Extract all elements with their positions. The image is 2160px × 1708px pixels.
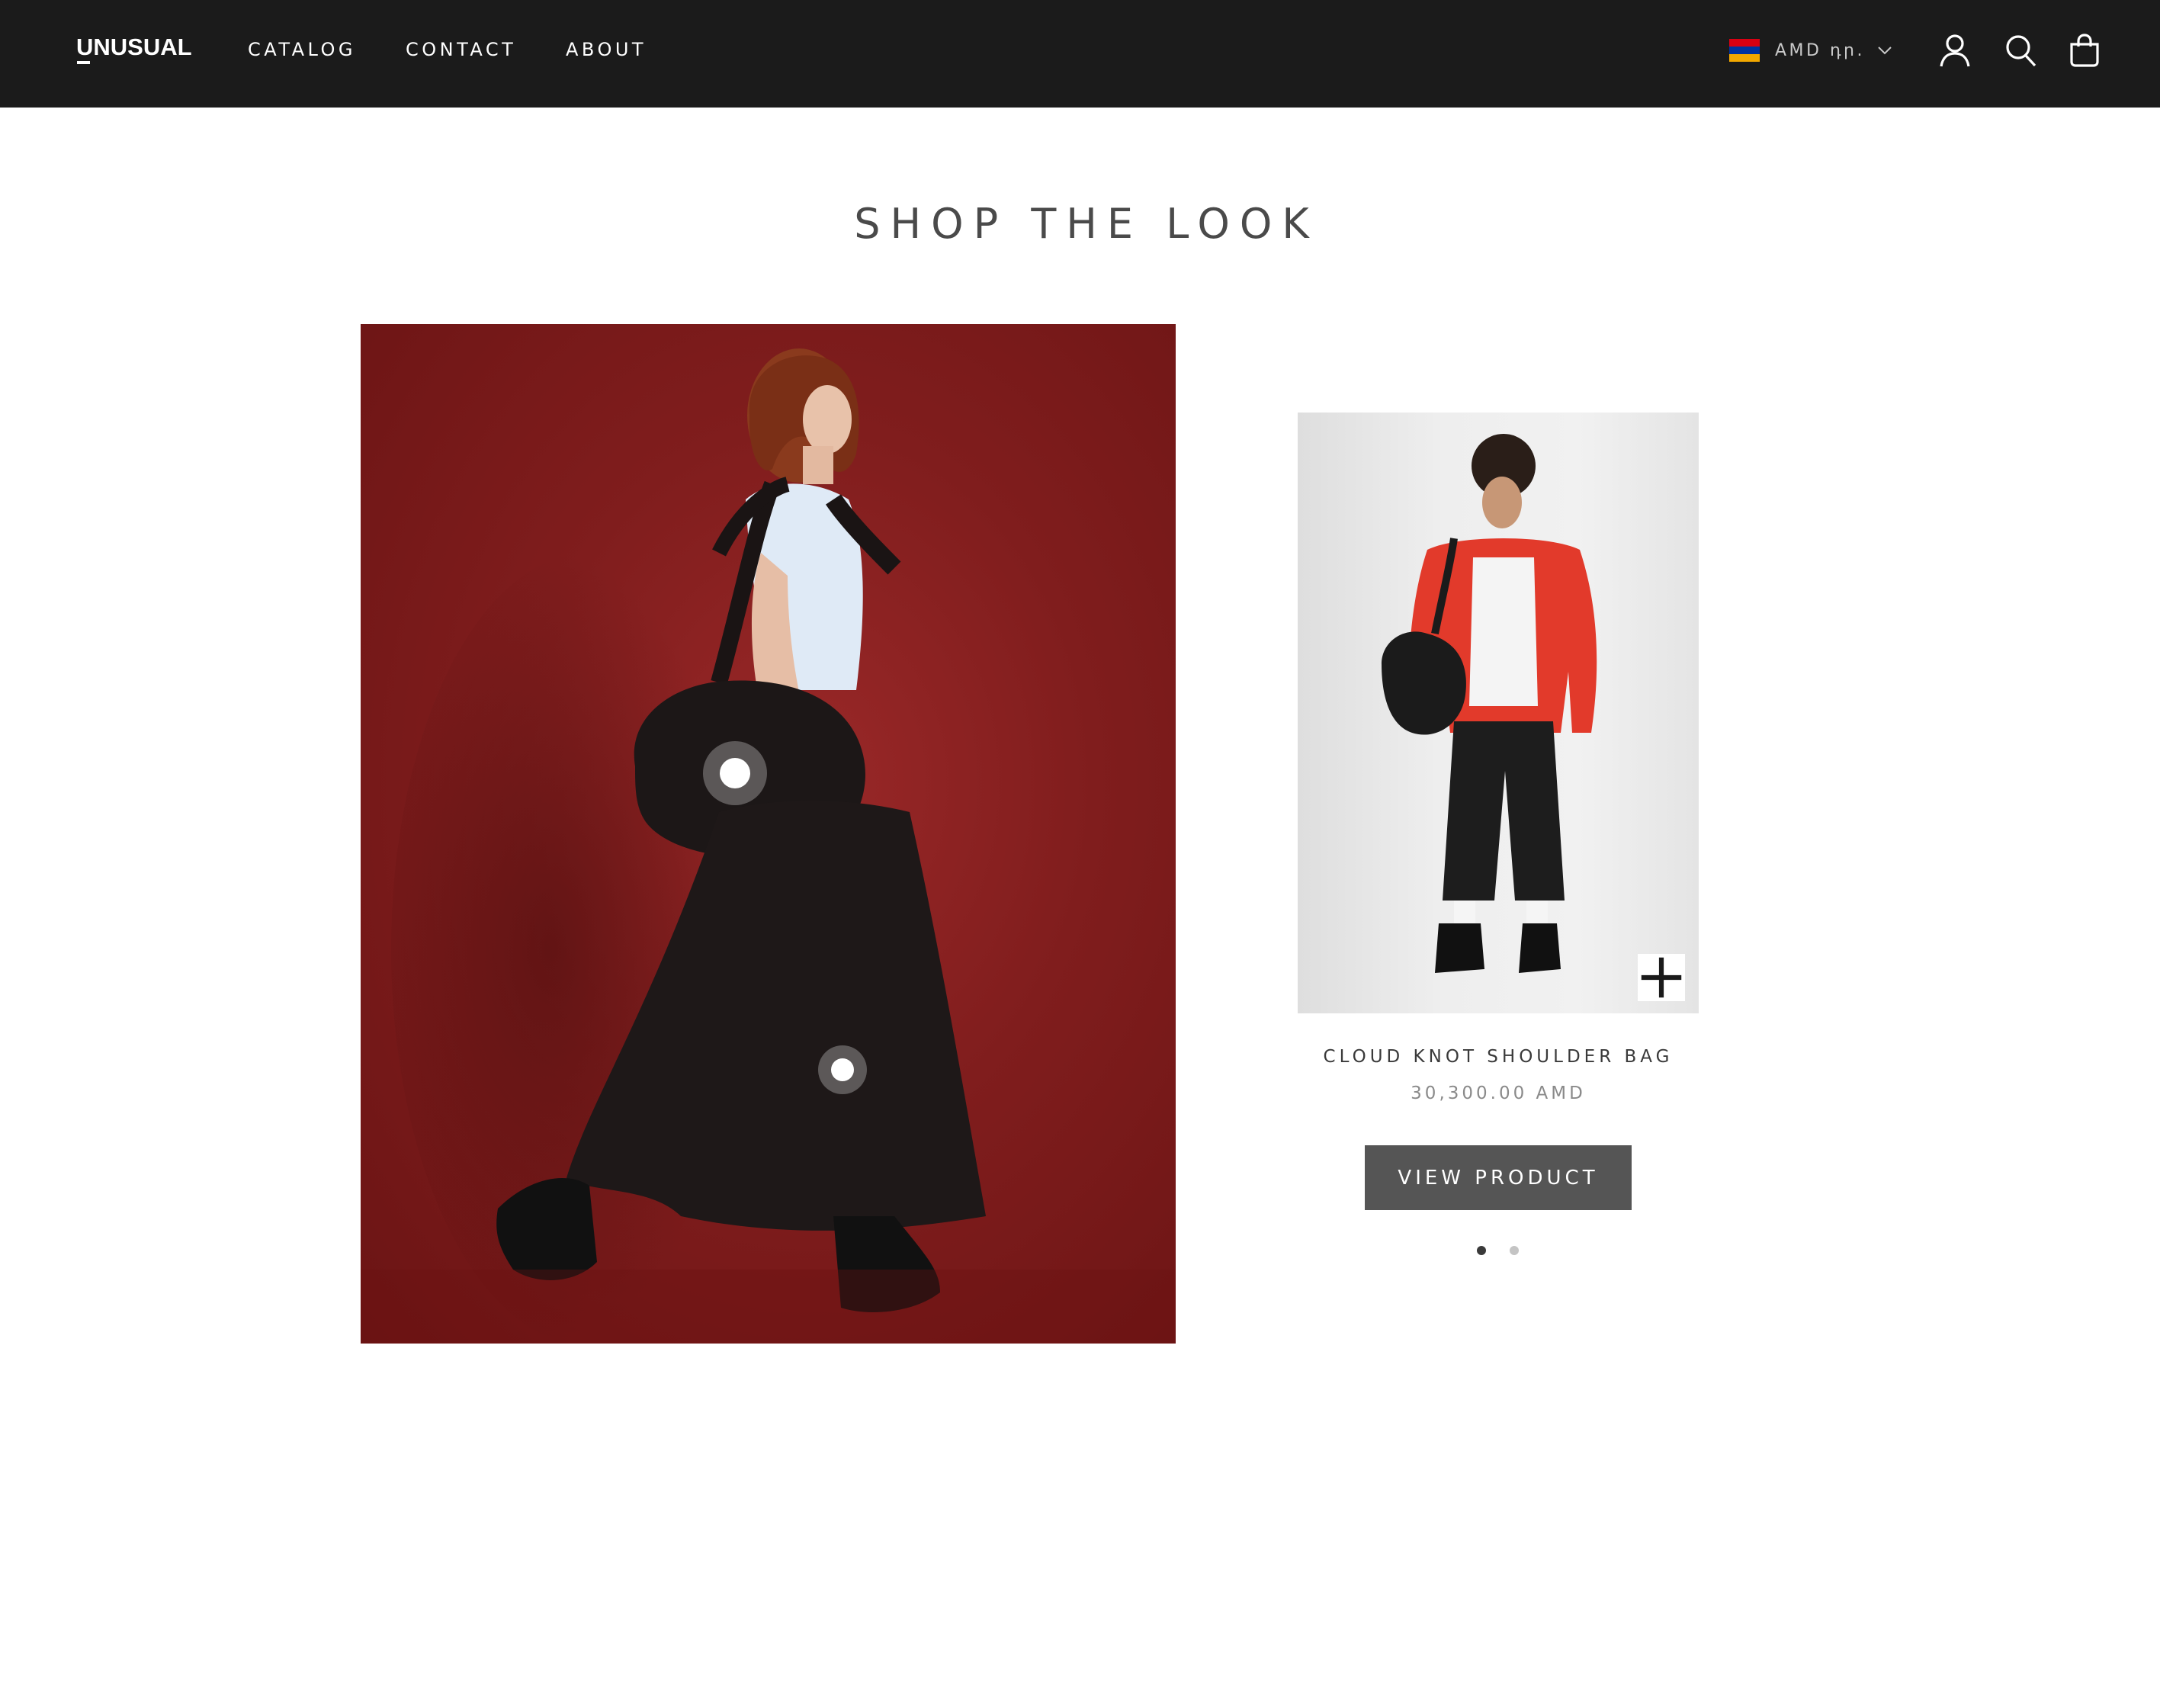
cart-icon[interactable]: [2068, 33, 2101, 68]
nav-contact[interactable]: CONTACT: [406, 39, 516, 60]
pagination-dot[interactable]: [1510, 1246, 1519, 1255]
armenia-flag-icon: [1729, 39, 1760, 62]
hotspot-dot: [831, 1058, 854, 1081]
model-illustration: [361, 348, 1176, 1344]
quick-add-button[interactable]: [1638, 954, 1685, 1001]
plus-icon: [1641, 957, 1682, 998]
hotspot-dot: [720, 758, 750, 788]
product-name[interactable]: CLOUD KNOT SHOULDER BAG: [1221, 1047, 1775, 1067]
nav-catalog[interactable]: CATALOG: [248, 39, 356, 60]
site-header: UNUSUAL CATALOG CONTACT ABOUT AMD դր.: [0, 0, 2160, 108]
look-image: [361, 324, 1176, 1344]
product-image[interactable]: [1298, 413, 1699, 1013]
hotspot-skirt[interactable]: [818, 1045, 867, 1094]
account-icon[interactable]: [1938, 33, 1972, 68]
product-price: 30,300.00 AMD: [1411, 1084, 1586, 1103]
pagination-dot-active[interactable]: [1477, 1246, 1486, 1255]
hotspot-bag[interactable]: [703, 741, 767, 805]
logo[interactable]: UNUSUAL: [76, 34, 192, 61]
currency-label: AMD դր.: [1775, 40, 1865, 60]
currency-selector[interactable]: AMD դր.: [1729, 38, 1892, 63]
logo-underline: [77, 61, 90, 64]
product-model-illustration: [1382, 434, 1597, 973]
section-title: SHOP THE LOOK: [854, 200, 1319, 248]
search-icon[interactable]: [2004, 33, 2037, 68]
nav-about[interactable]: ABOUT: [566, 39, 647, 60]
chevron-down-icon: [1878, 47, 1892, 55]
view-product-button[interactable]: VIEW PRODUCT: [1365, 1145, 1632, 1210]
